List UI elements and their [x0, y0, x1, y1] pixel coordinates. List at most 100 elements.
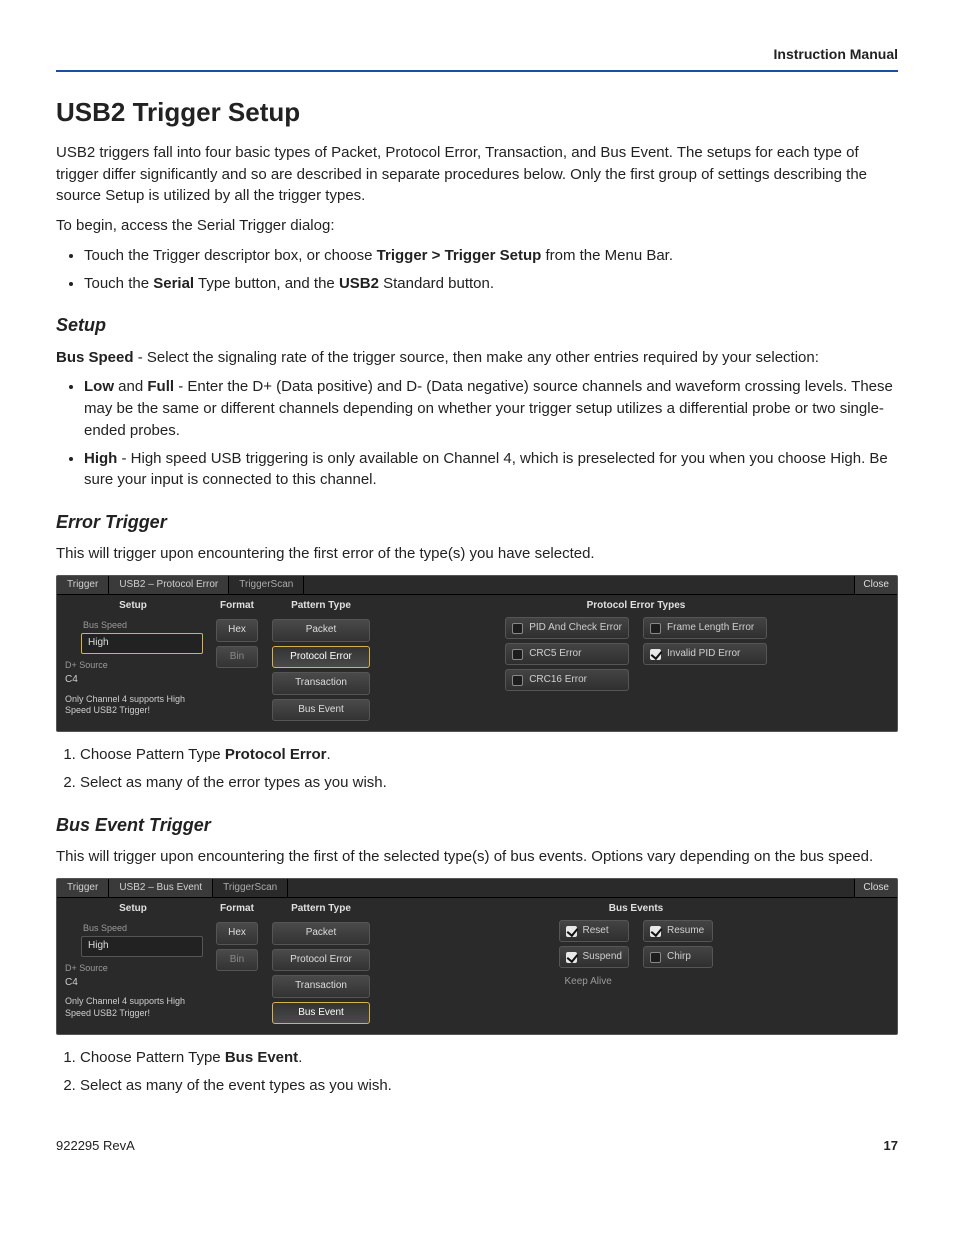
option-crc16-error[interactable]: CRC16 Error [505, 669, 629, 691]
protocol-error-types-column: Protocol Error Types PID And Check Error… [381, 599, 891, 724]
tab-trigger[interactable]: Trigger [57, 576, 109, 594]
column-header-format: Format [220, 902, 254, 917]
error-trigger-steps: Choose Pattern Type Protocol Error. Sele… [80, 744, 898, 794]
pattern-packet-button[interactable]: Packet [272, 619, 370, 642]
step-item: Choose Pattern Type Bus Event. [80, 1047, 898, 1069]
bus-speed-label: Bus Speed [83, 619, 203, 632]
option-crc5-error[interactable]: CRC5 Error [505, 643, 629, 665]
page-title: USB2 Trigger Setup [56, 94, 898, 132]
checkbox-icon [512, 649, 523, 660]
column-header-bus-events: Bus Events [381, 902, 891, 917]
text: . [298, 1049, 302, 1066]
d-plus-source-label: D+ Source [65, 962, 203, 975]
checkbox-icon [566, 926, 577, 937]
setup-column: Setup Bus Speed High D+ Source C4 Only C… [63, 902, 203, 1027]
step-item: Choose Pattern Type Protocol Error. [80, 744, 898, 766]
list-item: High - High speed USB triggering is only… [84, 448, 898, 492]
checkbox-icon [650, 649, 661, 660]
option-resume[interactable]: Resume [643, 920, 713, 942]
step-item: Select as many of the error types as you… [80, 772, 898, 794]
bold: Bus Speed [56, 349, 134, 366]
begin-bullet-list: Touch the Trigger descriptor box, or cho… [84, 245, 898, 295]
option-chirp[interactable]: Chirp [643, 946, 713, 968]
column-header-format: Format [220, 599, 254, 614]
tab-spacer [288, 879, 854, 897]
running-header: Instruction Manual [56, 44, 898, 72]
bus-event-panel: Trigger USB2 – Bus Event TriggerScan Clo… [56, 878, 898, 1036]
pattern-bus-event-button[interactable]: Bus Event [272, 699, 370, 722]
option-label: Invalid PID Error [667, 647, 740, 662]
bold: Trigger > Trigger Setup [377, 247, 542, 264]
pattern-protocol-error-button[interactable]: Protocol Error [272, 949, 370, 972]
pattern-packet-button[interactable]: Packet [272, 922, 370, 945]
d-plus-source-value: C4 [65, 673, 203, 688]
text: Choose Pattern Type [80, 746, 225, 763]
option-reset[interactable]: Reset [559, 920, 629, 942]
checkbox-icon [512, 623, 523, 634]
list-item: Touch the Serial Type button, and the US… [84, 273, 898, 295]
bold: Bus Event [225, 1049, 298, 1066]
option-label: Reset [583, 924, 609, 939]
checkbox-icon [566, 952, 577, 963]
tab-usb2-protocol-error[interactable]: USB2 – Protocol Error [109, 576, 229, 594]
bus-event-trigger-heading: Bus Event Trigger [56, 812, 898, 838]
option-label: PID And Check Error [529, 621, 622, 636]
text: Standard button. [379, 275, 494, 292]
d-plus-source-label: D+ Source [65, 659, 203, 672]
bold: Low [84, 378, 114, 395]
list-item: Touch the Trigger descriptor box, or cho… [84, 245, 898, 267]
option-frame-length-error[interactable]: Frame Length Error [643, 617, 767, 639]
bus-speed-input[interactable]: High [81, 936, 203, 957]
option-suspend[interactable]: Suspend [559, 946, 629, 968]
bold: Serial [153, 275, 194, 292]
checkbox-icon [512, 675, 523, 686]
checkbox-icon [650, 623, 661, 634]
bus-speed-field[interactable]: Bus Speed High [63, 617, 203, 657]
tab-trigger[interactable]: Trigger [57, 879, 109, 897]
format-bin-button[interactable]: Bin [216, 646, 258, 669]
pattern-bus-event-button[interactable]: Bus Event [272, 1002, 370, 1025]
column-header-error-types: Protocol Error Types [381, 599, 891, 614]
error-trigger-lead: This will trigger upon encountering the … [56, 543, 898, 565]
column-header-pattern: Pattern Type [291, 902, 351, 917]
tab-spacer [304, 576, 854, 594]
option-invalid-pid-error[interactable]: Invalid PID Error [643, 643, 767, 665]
tab-usb2-bus-event[interactable]: USB2 – Bus Event [109, 879, 213, 897]
page-footer: 922295 RevA 17 [56, 1137, 898, 1156]
bus-event-trigger-lead: This will trigger upon encountering the … [56, 846, 898, 868]
text: - High speed USB triggering is only avai… [84, 450, 888, 489]
pattern-transaction-button[interactable]: Transaction [272, 975, 370, 998]
option-pid-and-check-error[interactable]: PID And Check Error [505, 617, 629, 639]
pattern-protocol-error-button[interactable]: Protocol Error [272, 646, 370, 669]
setup-lead: Bus Speed - Select the signaling rate of… [56, 347, 898, 369]
bold: High [84, 450, 117, 467]
bold: Full [147, 378, 174, 395]
d-plus-source-value: C4 [65, 976, 203, 991]
begin-line: To begin, access the Serial Trigger dial… [56, 215, 898, 237]
pattern-type-column: Pattern Type Packet Protocol Error Trans… [271, 599, 371, 724]
bus-speed-label: Bus Speed [83, 922, 203, 935]
bus-speed-input[interactable]: High [81, 633, 203, 654]
checkbox-icon [650, 926, 661, 937]
setup-heading: Setup [56, 312, 898, 338]
page-number: 17 [884, 1137, 898, 1156]
option-label: Chirp [667, 950, 691, 965]
setup-note: Only Channel 4 supports High Speed USB2 … [65, 694, 203, 717]
close-button[interactable]: Close [854, 879, 897, 897]
bus-event-trigger-steps: Choose Pattern Type Bus Event. Select as… [80, 1047, 898, 1097]
format-hex-button[interactable]: Hex [216, 619, 258, 642]
bus-speed-field[interactable]: Bus Speed High [63, 920, 203, 960]
pattern-type-column: Pattern Type Packet Protocol Error Trans… [271, 902, 371, 1027]
list-item: Low and Full - Enter the D+ (Data positi… [84, 376, 898, 441]
option-label: Suspend [583, 950, 622, 965]
format-bin-button[interactable]: Bin [216, 949, 258, 972]
tab-triggerscan[interactable]: TriggerScan [213, 879, 288, 897]
bus-events-column: Bus Events Reset Resume Suspend [381, 902, 891, 1027]
close-button[interactable]: Close [854, 576, 897, 594]
pattern-transaction-button[interactable]: Transaction [272, 672, 370, 695]
text: Type button, and the [194, 275, 339, 292]
option-label: CRC5 Error [529, 647, 581, 662]
tab-triggerscan[interactable]: TriggerScan [229, 576, 304, 594]
checkbox-icon [650, 952, 661, 963]
format-hex-button[interactable]: Hex [216, 922, 258, 945]
